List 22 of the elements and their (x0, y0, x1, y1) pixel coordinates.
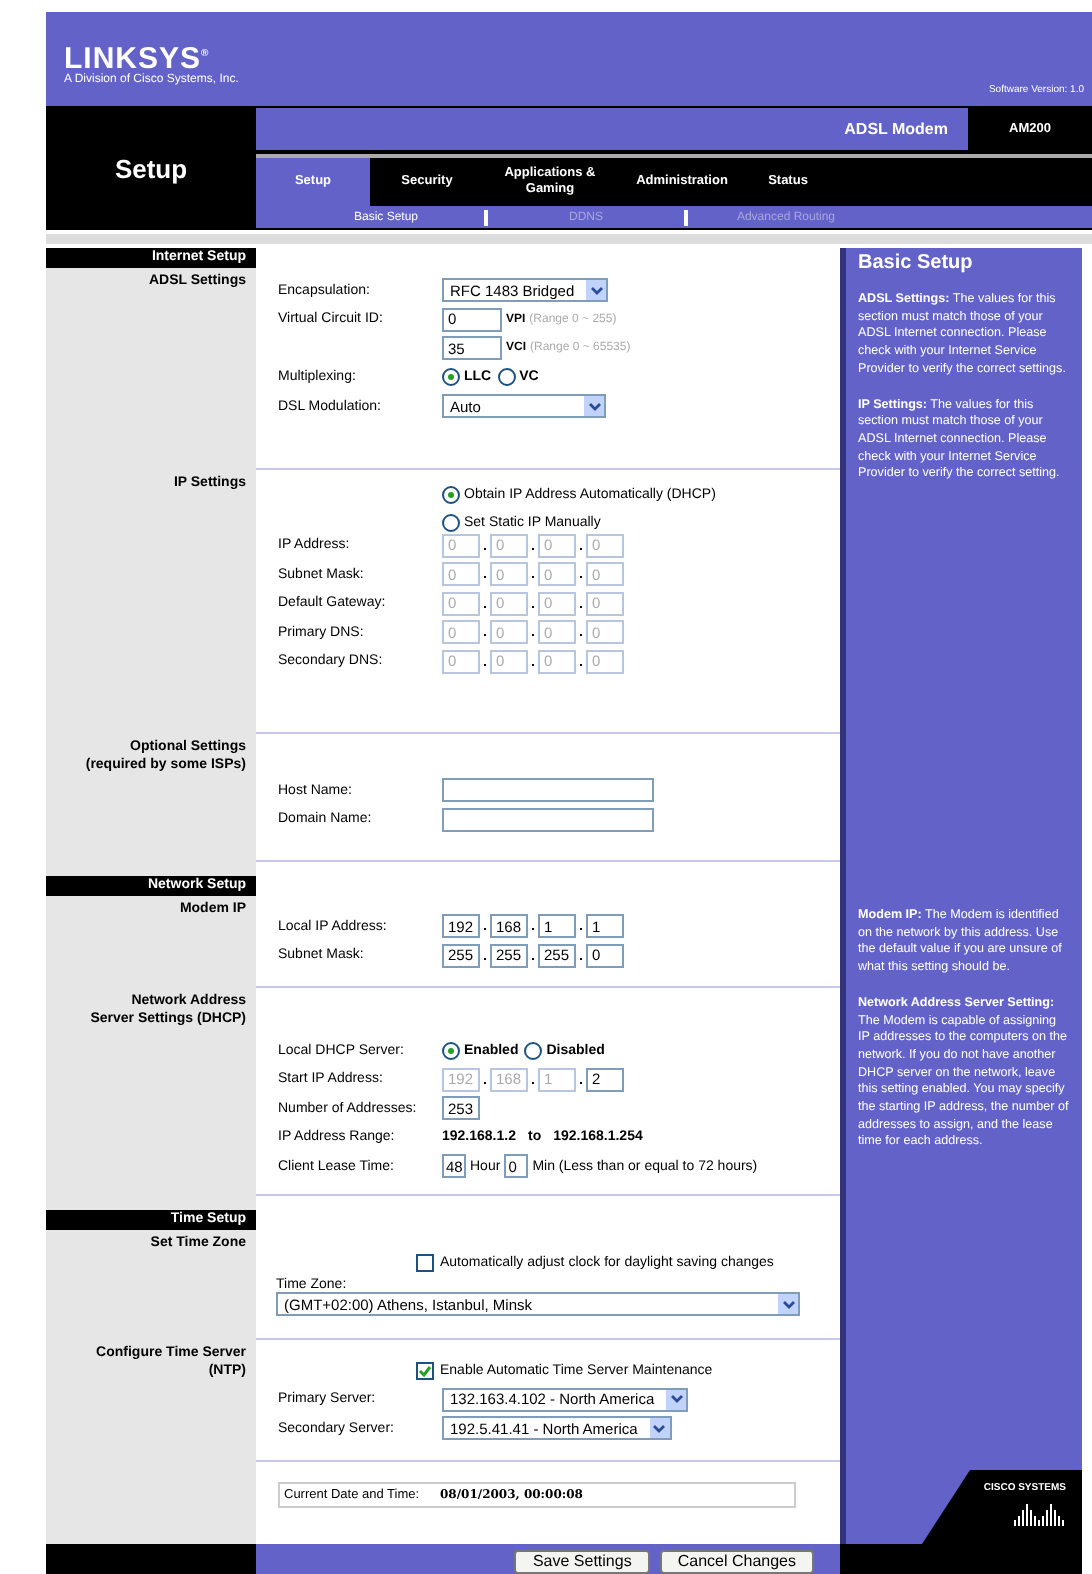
radio-button[interactable] (442, 513, 460, 531)
action-button[interactable]: Cancel Changes (659, 1549, 814, 1573)
dropdown-arrow-icon (584, 396, 604, 417)
page-title: Setup (114, 153, 188, 183)
dropdown-arrow-icon (778, 1294, 798, 1314)
checkbox[interactable] (416, 1254, 434, 1273)
input-field[interactable] (442, 778, 654, 803)
radio-button[interactable] (497, 368, 516, 387)
action-button[interactable]: Save Settings (514, 1549, 650, 1573)
input-field[interactable] (442, 807, 654, 832)
radio-button[interactable] (524, 1041, 543, 1060)
help-title: Basic Setup (858, 252, 975, 274)
dropdown-arrow-icon (666, 1389, 687, 1410)
dropdown-arrow-icon (586, 280, 607, 301)
bars-icon (1014, 1498, 1066, 1526)
radio-button[interactable] (442, 368, 460, 387)
dropdown-arrow-icon (649, 1418, 670, 1439)
checkbox[interactable] (416, 1361, 434, 1380)
brand-logo: LINKSYS$^{®}$ (64, 40, 210, 74)
radio-button[interactable] (442, 485, 460, 503)
product-name: ADSL Modem (844, 120, 950, 138)
radio-button[interactable] (442, 1041, 460, 1060)
